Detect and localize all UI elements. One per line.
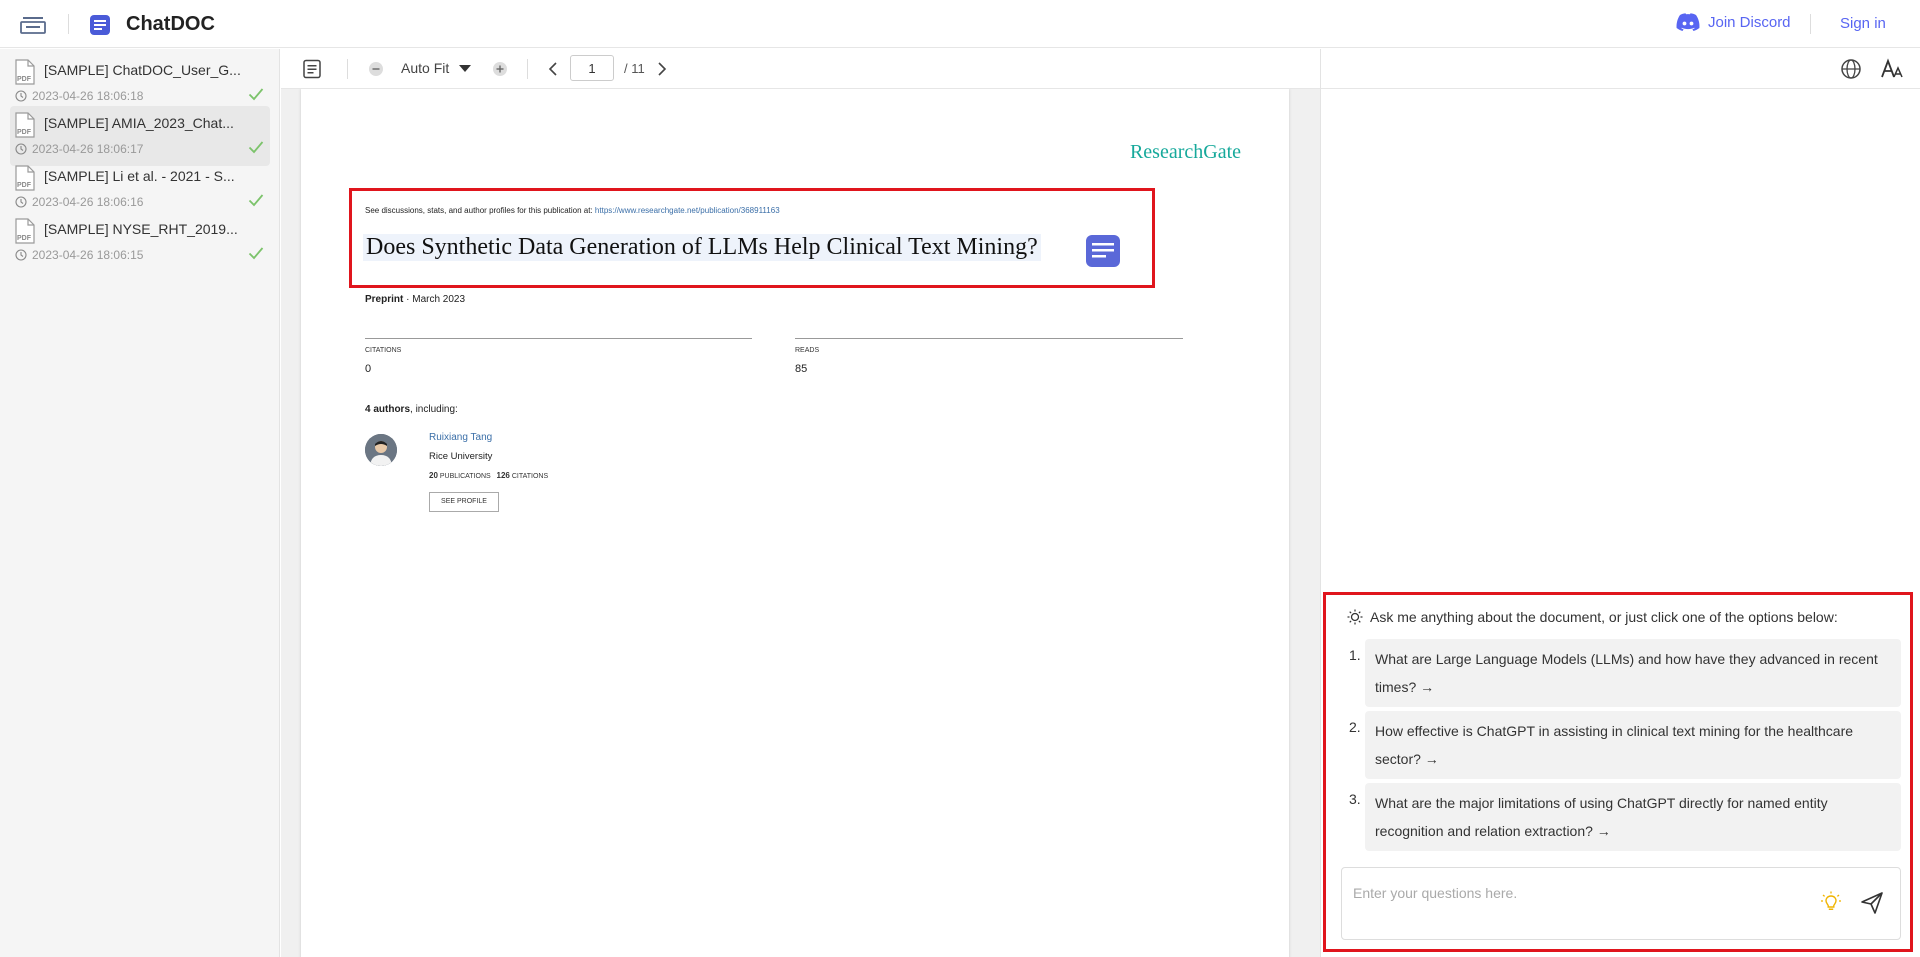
- researchgate-logo: ResearchGate: [1129, 141, 1241, 163]
- clock-icon: [15, 249, 27, 261]
- suggestions-header: Ask me anything about the document, or j…: [1347, 609, 1838, 625]
- suggestion-question[interactable]: How effective is ChatGPT in assisting in…: [1365, 711, 1901, 779]
- page-number-input[interactable]: [570, 55, 614, 81]
- pdf-page[interactable]: ResearchGate See discussions, stats, and…: [301, 89, 1289, 957]
- suggestion-number: 3.: [1349, 791, 1361, 807]
- header-divider-right: [1810, 14, 1811, 34]
- author-photo: [365, 434, 397, 466]
- pdf-icon: PDF: [15, 165, 35, 191]
- svg-text:PDF: PDF: [17, 76, 32, 83]
- toolbar-divider: [527, 59, 528, 79]
- zoom-in-icon[interactable]: [492, 61, 508, 77]
- doc-timestamp: 2023-04-26 18:06:18: [32, 89, 144, 103]
- font-size-icon[interactable]: [1880, 58, 1904, 80]
- pdf-toolbar: Auto Fit / 11: [281, 49, 1320, 89]
- clock-icon: [15, 196, 27, 208]
- question-input-box[interactable]: [1341, 867, 1901, 940]
- page-total: / 11: [624, 61, 645, 76]
- next-page-icon[interactable]: [657, 61, 667, 77]
- pdf-icon: PDF: [15, 218, 35, 244]
- doc-name: [SAMPLE] ChatDOC_User_G...: [44, 62, 241, 78]
- suggestion-bulb-icon[interactable]: [1820, 891, 1842, 913]
- pdf-icon: PDF: [15, 59, 35, 85]
- chat-toolbar: [1321, 49, 1920, 89]
- zoom-dropdown-caret-icon[interactable]: [459, 65, 471, 72]
- sidebar-doc-item[interactable]: PDF [SAMPLE] NYSE_RHT_2019... 2023-04-26 1…: [10, 212, 270, 272]
- publications-count: 20: [429, 471, 438, 480]
- preprint-date: · March 2023: [406, 294, 466, 305]
- document-sidebar: PDF [SAMPLE] ChatDOC_User_G... 2023-04-26 …: [0, 49, 280, 957]
- author-avatar[interactable]: [365, 434, 397, 466]
- lightbulb-icon: [1347, 609, 1363, 625]
- see-discussions-label: See discussions, stats, and author profi…: [365, 206, 593, 215]
- sidebar-doc-item[interactable]: PDF [SAMPLE] AMIA_2023_Chat... 2023-04-26 …: [10, 106, 270, 166]
- suggestions-prompt: Ask me anything about the document, or j…: [1370, 609, 1838, 625]
- check-icon: [248, 194, 264, 207]
- see-profile-button[interactable]: SEE PROFILE: [429, 492, 499, 512]
- svg-text:PDF: PDF: [17, 182, 32, 189]
- chatdoc-logo-icon[interactable]: [89, 14, 111, 36]
- pdf-viewer[interactable]: ResearchGate See discussions, stats, and…: [281, 89, 1320, 957]
- see-discussions-text: See discussions, stats, and author profi…: [365, 206, 780, 215]
- pdf-icon: PDF: [15, 112, 35, 138]
- doc-name: [SAMPLE] NYSE_RHT_2019...: [44, 221, 238, 237]
- sidebar-doc-item[interactable]: PDF [SAMPLE] ChatDOC_User_G... 2023-04-26 …: [10, 53, 270, 113]
- doc-name: [SAMPLE] AMIA_2023_Chat...: [44, 115, 234, 131]
- author-institution: Rice University: [429, 451, 493, 462]
- check-icon: [248, 247, 264, 260]
- suggestion-question[interactable]: What are Large Language Models (LLMs) an…: [1365, 639, 1901, 707]
- author-stats: 20 PUBLICATIONS 126 CITATIONS: [429, 471, 548, 480]
- discord-icon: [1676, 13, 1700, 31]
- prev-page-icon[interactable]: [548, 61, 558, 77]
- sidebar-doc-item[interactable]: PDF [SAMPLE] Li et al. - 2021 - S... 2023-…: [10, 159, 270, 219]
- reads-label: READS: [795, 347, 820, 354]
- doc-name: [SAMPLE] Li et al. - 2021 - S...: [44, 168, 235, 184]
- sign-in-link[interactable]: Sign in: [1840, 15, 1886, 32]
- doc-timestamp: 2023-04-26 18:06:16: [32, 195, 144, 209]
- app-title[interactable]: ChatDOC: [126, 13, 215, 36]
- globe-icon[interactable]: [1840, 58, 1862, 80]
- author-citations-count: 126: [496, 471, 510, 480]
- divider-rule: [795, 338, 1183, 339]
- join-discord-link[interactable]: Join Discord: [1676, 13, 1791, 31]
- preprint-line: Preprint · March 2023: [365, 294, 465, 305]
- sidebar-toggle-icon[interactable]: [20, 12, 46, 36]
- publications-label: PUBLICATIONS: [439, 473, 491, 480]
- toolbar-divider: [347, 59, 348, 79]
- publication-link[interactable]: https://www.researchgate.net/publication…: [595, 206, 780, 215]
- author-citations-label: CITATIONS: [511, 473, 549, 480]
- citations-value: 0: [365, 363, 372, 375]
- check-icon: [248, 141, 264, 154]
- send-icon[interactable]: [1860, 891, 1884, 915]
- check-icon: [248, 88, 264, 101]
- svg-text:PDF: PDF: [17, 129, 32, 136]
- outline-icon[interactable]: [302, 59, 322, 79]
- reads-value: 85: [795, 363, 808, 375]
- divider-rule: [365, 338, 752, 339]
- header-divider: [68, 14, 69, 34]
- top-header: ChatDOC Join Discord Sign in: [0, 0, 1920, 48]
- suggestion-question[interactable]: What are the major limitations of using …: [1365, 783, 1901, 851]
- clock-icon: [15, 90, 27, 102]
- svg-text:PDF: PDF: [17, 235, 32, 242]
- citations-label: CITATIONS: [365, 347, 402, 354]
- zoom-out-icon[interactable]: [368, 61, 384, 77]
- clock-icon: [15, 143, 27, 155]
- suggestion-number: 1.: [1349, 647, 1361, 663]
- author-name[interactable]: Ruixiang Tang: [429, 432, 492, 443]
- chat-about-selection-icon[interactable]: [1085, 234, 1121, 268]
- suggestion-number: 2.: [1349, 719, 1361, 735]
- authors-count: 4 authors: [365, 404, 411, 415]
- question-input[interactable]: [1353, 878, 1793, 908]
- authors-suffix: , including:: [410, 404, 458, 415]
- authors-line: 4 authors, including:: [365, 404, 458, 415]
- chat-panel: Ask me anything about the document, or j…: [1320, 49, 1920, 957]
- doc-timestamp: 2023-04-26 18:06:17: [32, 142, 144, 156]
- preprint-label: Preprint: [365, 294, 404, 305]
- paper-title[interactable]: Does Synthetic Data Generation of LLMs H…: [363, 234, 1041, 261]
- join-discord-label: Join Discord: [1708, 13, 1791, 31]
- zoom-select[interactable]: Auto Fit: [401, 60, 449, 76]
- doc-timestamp: 2023-04-26 18:06:15: [32, 248, 144, 262]
